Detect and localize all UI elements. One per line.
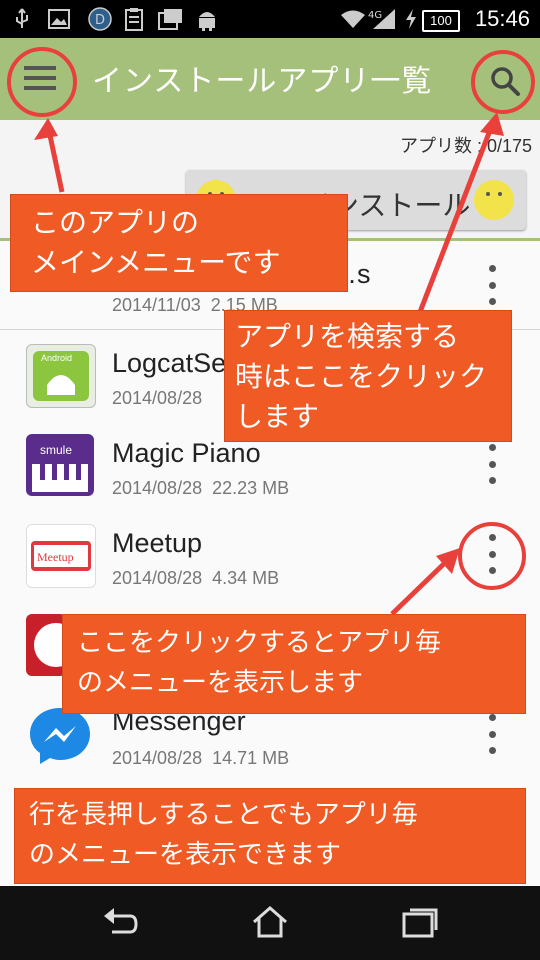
callout-long-press: 行を長押しすることでもアプリ毎 のメニューを表示できます [14,788,526,884]
callout-search: アプリを検索する 時はここをクリック します [224,310,512,442]
navigation-bar [0,886,540,960]
annotation-arrow [417,119,497,313]
annotation-circle [471,50,535,114]
annotation-circle [458,522,526,590]
annotation-arrow [390,554,454,616]
back-icon[interactable] [100,904,140,940]
callout-menu: このアプリの メインメニューです [10,194,348,292]
annotation-circle [7,47,77,117]
recents-icon[interactable] [400,904,440,940]
callout-row-menu: ここをクリックするとアプリ毎 のメニューを表示します [62,614,526,714]
annotation-arrowhead [480,112,504,136]
home-icon[interactable] [250,904,290,940]
annotation-arrowhead [34,118,58,140]
